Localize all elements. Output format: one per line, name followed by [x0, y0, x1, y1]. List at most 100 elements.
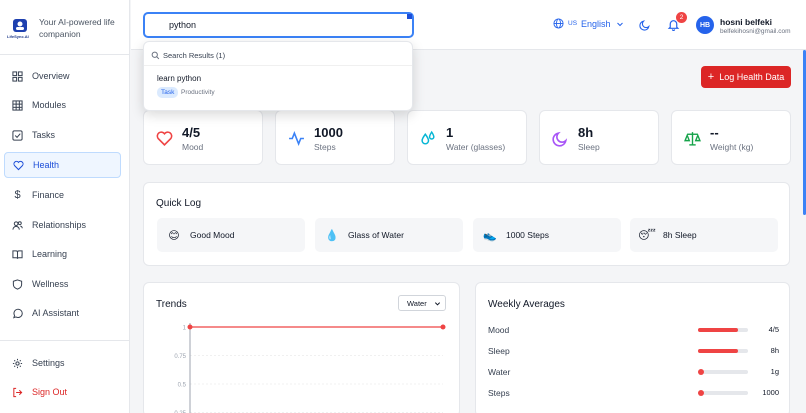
progress-fill [698, 328, 738, 332]
log-health-data-label: Log Health Data [719, 72, 785, 82]
brand: LifeSync.AI Your AI-powered life compani… [0, 0, 130, 55]
search-result-title[interactable]: learn python [157, 74, 201, 83]
sidebar-item-modules[interactable]: Modules [4, 92, 121, 118]
settings-label: Settings [32, 358, 65, 368]
heart-icon [13, 160, 24, 171]
quick-log-steps[interactable]: 👟 1000 Steps [473, 218, 621, 252]
y-tick-label: 0.5 [178, 383, 187, 389]
weekly-row-label: Mood [488, 325, 510, 335]
data-point[interactable] [440, 324, 446, 330]
quick-log-water[interactable]: 💧 Glass of Water [315, 218, 463, 252]
language-label: English [581, 18, 611, 29]
y-tick-label: 0.75 [174, 354, 186, 360]
scale-icon [684, 132, 701, 146]
weekly-row-label: Sleep [488, 346, 510, 356]
droplets-icon [421, 130, 435, 145]
quick-log-label: 8h Sleep [663, 230, 697, 240]
stat-card-sleep: 8h Sleep [539, 110, 659, 165]
search-result-category: Productivity [181, 89, 215, 96]
stat-value: 1000 [314, 125, 343, 140]
search-results-dropdown: Search Results (1) learn python Task Pro… [143, 41, 413, 111]
select-value: Water [407, 298, 427, 308]
sidebar-item-label: Wellness [32, 279, 69, 289]
sidebar-item-relationships[interactable]: Relationships [4, 212, 121, 238]
progress-fill [698, 349, 738, 353]
stat-card-steps: 1000 Steps [275, 110, 395, 165]
weekly-row-value: 8h [770, 346, 779, 355]
data-point[interactable] [187, 324, 193, 330]
weekly-averages-title: Weekly Averages [488, 299, 565, 310]
globe-icon [553, 18, 564, 29]
quick-log-panel: Quick Log 😊 Good Mood 💧 Glass of Water 👟… [143, 182, 790, 266]
shoe-icon: 👟 [483, 229, 497, 242]
chat-icon [12, 308, 23, 319]
search-icon [153, 19, 164, 30]
brand-tagline: Your AI-powered life companion [39, 17, 115, 39]
weekly-row-label: Water [488, 367, 511, 377]
stat-value: 4/5 [182, 125, 201, 140]
user-email: belfekihosni@gmail.com [720, 28, 791, 35]
search-results-heading-label: Search Results (1) [163, 51, 226, 60]
stat-label: Mood [182, 142, 204, 152]
search-result-tag: Task [157, 87, 179, 98]
stat-label: Steps [314, 142, 336, 152]
language-selector[interactable]: US English [553, 18, 624, 29]
moon-icon [552, 131, 568, 147]
checkbox-icon [12, 129, 23, 141]
sidebar-item-settings[interactable]: Settings [4, 350, 121, 376]
stat-value: 8h [578, 125, 594, 140]
notification-badge: 2 [676, 12, 687, 23]
sidebar-item-learning[interactable]: Learning [4, 241, 121, 267]
sidebar-item-label: Learning [32, 249, 68, 259]
sidebar-item-label: Tasks [32, 130, 56, 140]
weekly-row-sleep: Sleep 8h [488, 344, 779, 358]
progress-track [698, 328, 748, 332]
search-focus-corner [407, 14, 412, 19]
avatar[interactable]: HB [696, 16, 714, 34]
stat-label: Sleep [578, 142, 600, 152]
quick-log-good-mood[interactable]: 😊 Good Mood [157, 218, 305, 252]
dollar-icon: $ [14, 189, 21, 201]
quick-log-label: 1000 Steps [506, 230, 550, 240]
users-icon [12, 220, 23, 231]
trends-title: Trends [156, 299, 187, 310]
table-icon [12, 99, 23, 111]
stat-card-water: 1 Water (glasses) [407, 110, 527, 165]
book-icon [12, 249, 23, 260]
stat-label: Weight (kg) [710, 142, 754, 152]
weekly-row-steps: Steps 1000 [488, 386, 779, 400]
sidebar-item-finance[interactable]: $ Finance [4, 182, 121, 208]
trends-metric-select[interactable]: Water [398, 295, 446, 311]
stat-card-weight: -- Weight (kg) [671, 110, 791, 165]
stat-value: -- [710, 125, 719, 140]
sidebar-item-label: Overview [32, 71, 70, 81]
sidebar-item-overview[interactable]: Overview [4, 63, 121, 89]
progress-track [698, 390, 748, 396]
log-health-data-button[interactable]: + Log Health Data [701, 66, 791, 88]
trends-card: Trends Water 10.750.50.25 [143, 282, 460, 413]
shield-icon [12, 278, 23, 290]
search-input[interactable] [169, 20, 389, 30]
progress-track [698, 369, 748, 375]
sidebar-item-ai-assistant[interactable]: AI Assistant [4, 300, 121, 326]
stat-value: 1 [446, 125, 454, 140]
moon-icon[interactable] [639, 19, 651, 31]
sidebar-item-label: Finance [32, 190, 65, 200]
sidebar-item-label: AI Assistant [32, 308, 80, 318]
stat-label: Water (glasses) [446, 142, 506, 152]
quick-log-label: Glass of Water [348, 230, 404, 240]
sidebar-item-tasks[interactable]: Tasks [4, 122, 121, 148]
sign-out-label: Sign Out [32, 387, 68, 397]
sidebar-item-wellness[interactable]: Wellness [4, 271, 121, 297]
sidebar-item-health[interactable]: Health [4, 152, 121, 178]
sidebar-item-label: Relationships [32, 220, 87, 230]
logo-text: LifeSync.AI [7, 34, 29, 39]
gear-icon [12, 358, 23, 369]
stat-card-mood: 4/5 Mood [143, 110, 263, 165]
sidebar-item-label: Modules [32, 100, 67, 110]
search-box[interactable] [143, 12, 414, 38]
y-tick-label: 1 [183, 326, 187, 332]
sign-out-button[interactable]: Sign Out [4, 379, 121, 405]
quick-log-sleep[interactable]: 😴 8h Sleep [630, 218, 778, 252]
sleep-icon: 😴 [638, 229, 656, 242]
